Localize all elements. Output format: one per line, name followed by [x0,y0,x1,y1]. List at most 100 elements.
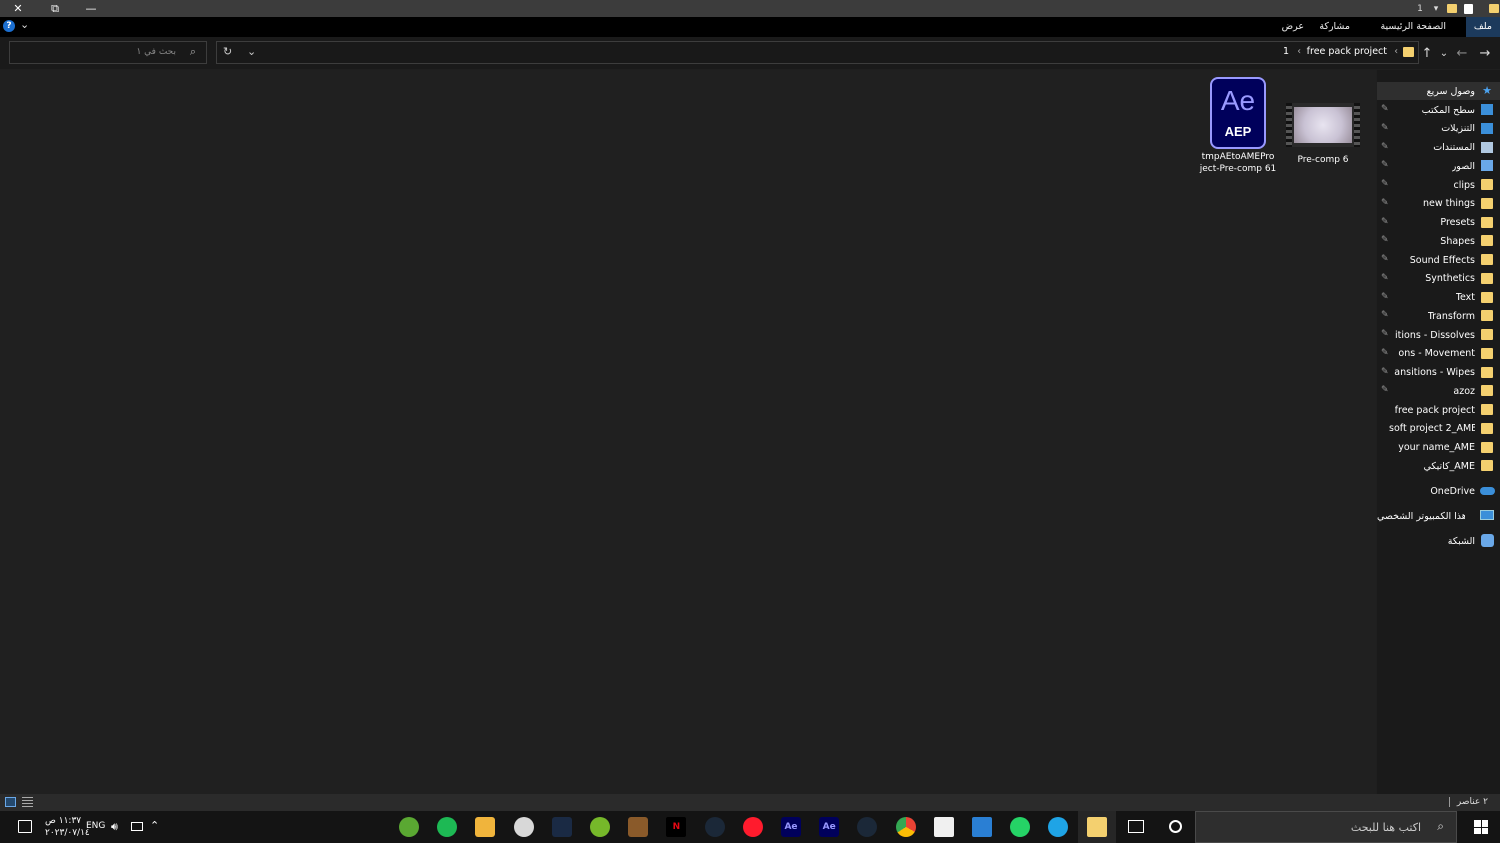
folder-icon [1481,347,1493,359]
customize-quick-access-button[interactable]: ▾ [1430,2,1442,15]
back-button[interactable]: → [1477,45,1493,61]
nav-item[interactable]: ✎ المستندات [1377,139,1500,157]
nav-label: OneDrive [1430,485,1475,497]
nav-item[interactable]: soft project 2_AME [1377,420,1500,438]
steelseries-icon[interactable] [513,817,534,837]
nav-item[interactable]: ✎ Text [1377,289,1500,307]
minimize-button[interactable]: — [73,0,109,17]
show-hidden-icons-button[interactable]: ⌃ [150,819,159,832]
nav-item[interactable]: ✎ التنزيلات [1377,120,1500,138]
store-icon[interactable] [933,817,954,837]
nav-item[interactable]: free pack project [1377,401,1500,419]
nav-item[interactable]: ✎ Transform [1377,307,1500,325]
after-effects-2-icon[interactable]: Ae [819,817,840,837]
file-item-aep[interactable]: Ae AEP tmpAEtoAMEPro ject-Pre-comp 61 [1196,77,1280,175]
after-effects-icon[interactable]: Ae [781,817,801,837]
steam-icon[interactable] [704,817,725,837]
up-button[interactable]: ↑ [1419,45,1435,61]
nav-network[interactable]: الشبكة [1377,532,1500,550]
game-icon[interactable] [628,817,649,837]
pin-icon[interactable]: ✎ [1381,292,1389,302]
tab-file[interactable]: ملف [1465,17,1500,37]
notification-center-icon[interactable] [18,820,32,833]
language-indicator[interactable]: ENG [86,821,105,831]
netflix-icon[interactable]: N [666,817,687,837]
pin-icon[interactable]: ✎ [1381,179,1389,189]
nav-item[interactable]: كاتيكي_AME [1377,457,1500,475]
pin-icon[interactable]: ✎ [1381,329,1389,339]
nav-item[interactable]: ✎ clips [1377,176,1500,194]
close-button[interactable]: ✕ [0,0,36,17]
tab-home[interactable]: الصفحة الرئيسية [1372,17,1454,37]
nav-item[interactable]: ✎ سطح المكتب [1377,101,1500,119]
start-button[interactable] [1474,820,1488,834]
search-box[interactable]: ⌕ بحث في ١ [9,41,207,64]
restore-button[interactable]: ⧉ [37,0,73,17]
clock[interactable]: ١١:٣٧ ص ٢٠٢٣/٠٧/١٤ [45,815,90,839]
edge-icon[interactable] [1048,817,1069,837]
details-view-icon[interactable] [5,797,16,807]
nav-item[interactable]: ✎ ons - Movement [1377,345,1500,363]
nav-quick-access[interactable]: وصول سريع ★ [1377,82,1500,100]
nav-item[interactable]: ✎ الصور [1377,157,1500,175]
nav-item[interactable]: ✎ Sound Effects [1377,251,1500,269]
task-view-icon[interactable] [1128,820,1144,833]
nav-item[interactable]: ✎ itions - Dissolves [1377,326,1500,344]
files-icon[interactable] [475,817,496,837]
breadcrumb-separator[interactable]: ‹ [1297,46,1301,57]
pin-icon[interactable]: ✎ [1381,160,1389,170]
nav-item[interactable]: ✎ Synthetics [1377,270,1500,288]
spotify-icon[interactable] [437,817,458,837]
address-bar[interactable]: ‹ free pack project ‹ 1 ⌄ ↻ [216,41,1419,64]
breadcrumb-item[interactable]: 1 [1283,46,1289,57]
pin-icon[interactable]: ✎ [1381,198,1389,208]
expand-ribbon-button[interactable]: ⌄ [20,18,29,31]
nav-item[interactable]: ✎ ansitions - Wipes [1377,364,1500,382]
utorrent-icon[interactable] [399,817,419,837]
steam-2-icon[interactable] [857,817,878,837]
pin-icon[interactable]: ✎ [1381,142,1389,152]
file-item-precomp6[interactable]: Pre-comp 6 [1283,103,1363,166]
utorrent-green-icon[interactable] [590,817,610,837]
file-list-area[interactable]: Pre-comp 6 Ae AEP tmpAEtoAMEPro ject-Pre… [0,70,1376,794]
tab-view[interactable]: عرض [1274,17,1312,37]
network-status-icon[interactable] [131,822,143,831]
properties-quick-icon[interactable] [1462,2,1474,15]
large-icons-view-icon[interactable] [22,797,33,807]
mail-icon[interactable] [972,817,992,837]
tab-share[interactable]: مشاركة [1311,17,1358,37]
nav-this-pc[interactable]: هذا الكمبيوتر الشخصي [1377,507,1500,525]
recent-locations-button[interactable]: ⌄ [1436,45,1452,61]
pin-icon[interactable]: ✎ [1381,385,1389,395]
breadcrumb-folder[interactable]: free pack project [1307,46,1387,57]
editor-icon[interactable] [551,817,572,837]
pin-icon[interactable]: ✎ [1381,104,1389,114]
opera-icon[interactable] [742,817,763,837]
pin-icon[interactable]: ✎ [1381,348,1389,358]
pin-icon[interactable]: ✎ [1381,123,1389,133]
pin-icon[interactable]: ✎ [1381,254,1389,264]
pin-icon[interactable]: ✎ [1381,235,1389,245]
address-dropdown-button[interactable]: ⌄ [247,45,256,58]
help-icon[interactable]: ? [3,20,15,32]
nav-item[interactable]: ✎ Shapes [1377,232,1500,250]
nav-onedrive[interactable]: OneDrive [1377,482,1500,500]
pin-icon[interactable]: ✎ [1381,310,1389,320]
nav-item[interactable]: ✎ Presets [1377,214,1500,232]
pin-icon[interactable]: ✎ [1381,217,1389,227]
file-explorer-icon[interactable] [1086,817,1107,837]
nav-item[interactable]: ✎ azoz [1377,382,1500,400]
new-folder-quick-icon[interactable] [1446,2,1458,15]
chrome-icon[interactable] [895,817,916,837]
volume-icon[interactable]: 🔊︎ [111,820,118,834]
forward-button[interactable]: ← [1454,45,1470,61]
refresh-button[interactable]: ↻ [223,45,232,58]
taskbar-search-box[interactable]: ⌕ اكتب هنا للبحث [1195,811,1457,843]
cortana-icon[interactable] [1169,820,1182,833]
pin-icon[interactable]: ✎ [1381,367,1389,377]
nav-label: Shapes [1440,235,1475,247]
whatsapp-icon[interactable] [1010,817,1031,837]
nav-item[interactable]: your name_AME [1377,439,1500,457]
nav-item[interactable]: ✎ new things [1377,195,1500,213]
pin-icon[interactable]: ✎ [1381,273,1389,283]
